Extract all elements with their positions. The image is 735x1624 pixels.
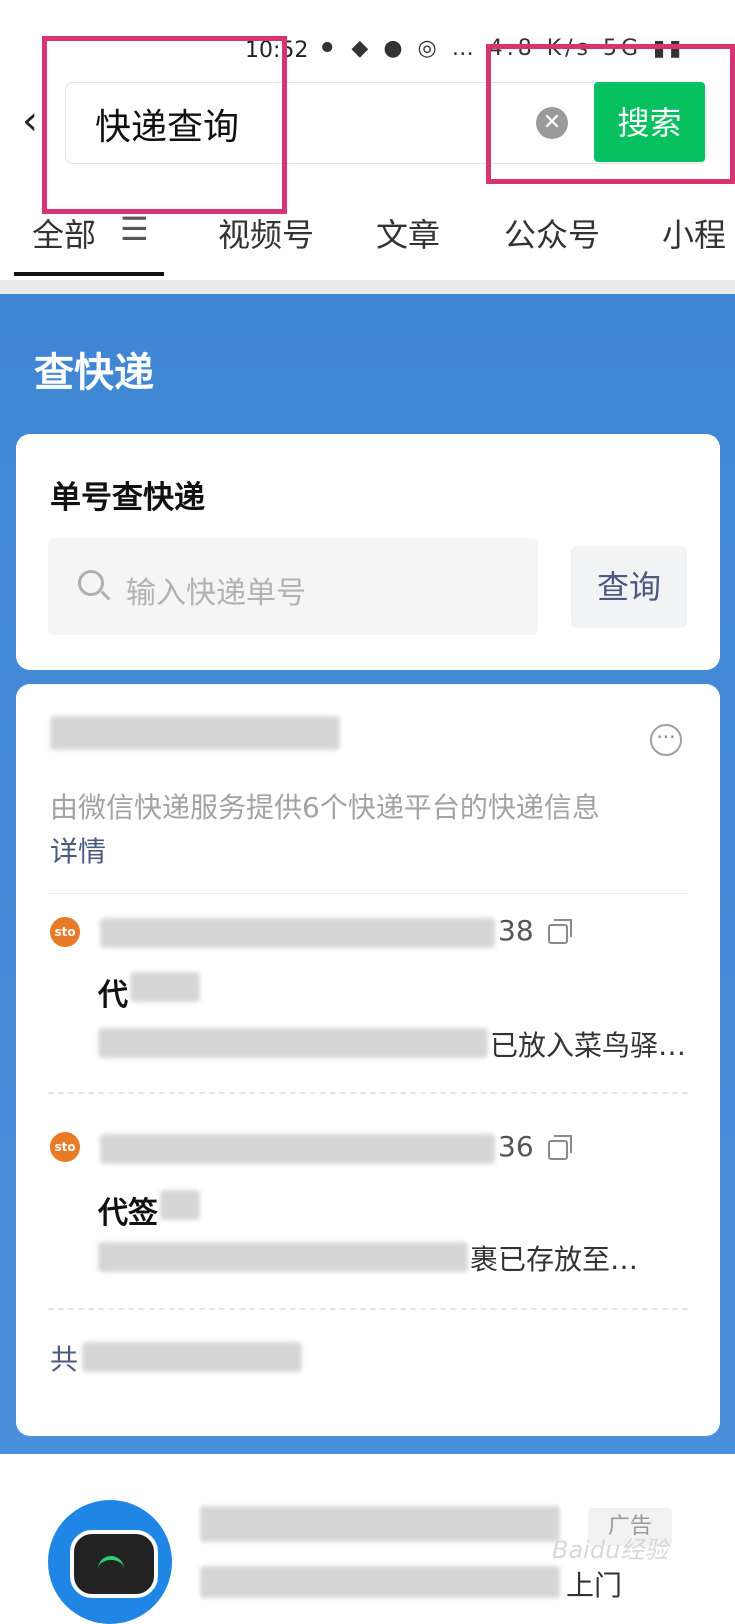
divider <box>48 1308 688 1310</box>
package-text-blurred <box>98 1028 488 1058</box>
tab-all[interactable]: 全部 <box>32 210 96 256</box>
provider-note: 由微信快递服务提供6个快递平台的快递信息 <box>50 791 600 824</box>
sto-logo-icon: sto <box>50 917 80 947</box>
tracking-placeholder[interactable]: 输入快递单号 <box>126 568 306 612</box>
packages-header-blurred <box>50 716 340 750</box>
tab-channels[interactable]: 视频号 <box>218 210 314 256</box>
packages-footer[interactable]: 共 <box>50 1338 78 1378</box>
active-tab-indicator <box>14 272 164 276</box>
package-text-blurred <box>98 1242 468 1272</box>
ad-text: 上门 <box>566 1569 623 1602</box>
divider <box>48 1092 688 1094</box>
divider <box>48 893 688 894</box>
packages-footer-blurred <box>82 1342 302 1372</box>
package-status: 代 <box>98 978 128 1013</box>
search-icon <box>78 570 104 596</box>
copy-icon[interactable] <box>548 919 572 944</box>
more-icon[interactable]: ··· <box>650 724 682 756</box>
tab-mini-programs[interactable]: 小程 <box>662 210 726 256</box>
tab-articles[interactable]: 文章 <box>376 210 440 256</box>
package-status-blurred <box>130 972 200 1002</box>
details-link[interactable]: 详情 <box>50 830 106 870</box>
copy-icon[interactable] <box>548 1135 572 1160</box>
highlight-box-button <box>486 44 735 184</box>
query-button[interactable]: 查询 <box>571 546 687 628</box>
tracking-number-tail: 36 <box>498 1130 534 1163</box>
package-text: 已放入菜鸟驿… <box>490 1029 687 1062</box>
ad-desc-blurred <box>200 1566 560 1598</box>
robot-avatar-icon <box>48 1500 172 1624</box>
highlight-box-search <box>42 36 287 214</box>
package-status: 代签 <box>98 1196 158 1231</box>
filter-icon[interactable]: ☰ <box>120 210 149 248</box>
ad-title-blurred <box>200 1506 560 1542</box>
package-text: 裹已存放至… <box>470 1243 639 1276</box>
express-title: 查快递 <box>34 350 154 396</box>
section-divider <box>0 280 735 294</box>
tracking-number-blurred <box>100 918 495 948</box>
sto-logo-icon: sto <box>50 1132 80 1162</box>
tracking-number-tail: 38 <box>498 914 534 947</box>
watermark: Baidu经验 <box>552 1536 669 1564</box>
package-status-blurred <box>160 1190 200 1220</box>
tab-official-accounts[interactable]: 公众号 <box>504 210 600 256</box>
tracking-card-title: 单号查快递 <box>50 480 205 516</box>
tracking-number-blurred <box>100 1134 495 1164</box>
